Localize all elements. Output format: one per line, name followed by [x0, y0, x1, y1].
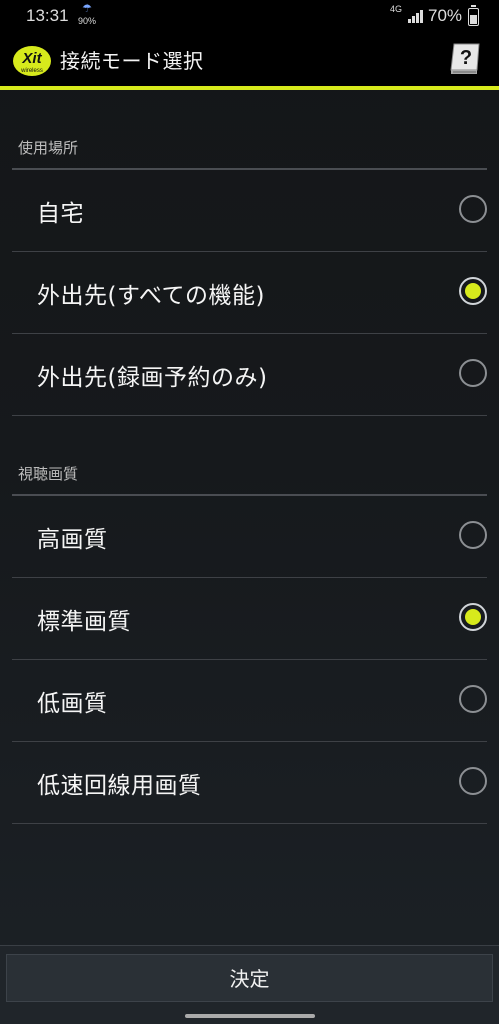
svg-text:wireless: wireless: [20, 68, 43, 74]
option-low-quality[interactable]: 低画質: [12, 660, 487, 742]
option-label: 低速回線用画質: [37, 773, 202, 799]
section-header-location: 使用場所: [12, 90, 487, 170]
section-header-quality: 視聴画質: [12, 416, 487, 496]
option-label: 低画質: [37, 691, 108, 717]
option-label: 自宅: [37, 201, 84, 227]
option-label: 標準画質: [37, 609, 131, 635]
svg-text:Xit: Xit: [21, 50, 42, 67]
section-title: 視聴画質: [18, 465, 79, 483]
battery-percent: 70%: [428, 6, 463, 25]
option-standard-quality[interactable]: 標準画質: [12, 578, 487, 660]
screen: 13:31 ☂ 90% 4G 70% Xit wireless 接続モード選択: [0, 0, 499, 1024]
status-time: 13:31: [26, 6, 69, 25]
help-book-icon[interactable]: ?: [448, 40, 482, 76]
option-outside-recording[interactable]: 外出先(録画予約のみ): [12, 334, 487, 416]
gesture-nav-bar[interactable]: [185, 1014, 315, 1018]
battery-icon: [468, 5, 479, 26]
radio-button[interactable]: [459, 685, 487, 713]
option-outside-all[interactable]: 外出先(すべての機能): [12, 252, 487, 334]
confirm-button[interactable]: 決定: [6, 954, 493, 1002]
radio-button-selected[interactable]: [459, 277, 487, 305]
radio-button-selected[interactable]: [459, 603, 487, 631]
notification-percent: 90%: [78, 16, 97, 26]
radio-button[interactable]: [459, 767, 487, 795]
signal-icon: [408, 9, 424, 23]
option-low-speed-quality[interactable]: 低速回線用画質: [12, 742, 487, 824]
status-bar: 13:31 ☂ 90% 4G 70%: [0, 0, 499, 32]
page-title: 接続モード選択: [60, 49, 204, 73]
section-title: 使用場所: [18, 139, 79, 157]
settings-list: 使用場所 自宅 外出先(すべての機能) 外出先(録画予約のみ) 視聴画質 高画質…: [12, 90, 487, 824]
option-label: 外出先(録画予約のみ): [37, 365, 268, 391]
radio-button[interactable]: [459, 195, 487, 223]
option-label: 外出先(すべての機能): [37, 283, 265, 309]
app-bar: Xit wireless 接続モード選択 ?: [0, 32, 499, 86]
option-label: 高画質: [37, 527, 108, 553]
network-type: 4G: [390, 4, 403, 14]
footer: 決定: [0, 945, 499, 1024]
radio-button[interactable]: [459, 359, 487, 387]
option-high-quality[interactable]: 高画質: [12, 496, 487, 578]
rain-notification-icon: ☂ 90%: [78, 2, 97, 26]
option-home[interactable]: 自宅: [12, 170, 487, 252]
xit-logo: Xit wireless: [12, 39, 52, 79]
svg-text:?: ?: [460, 47, 472, 69]
radio-button[interactable]: [459, 521, 487, 549]
